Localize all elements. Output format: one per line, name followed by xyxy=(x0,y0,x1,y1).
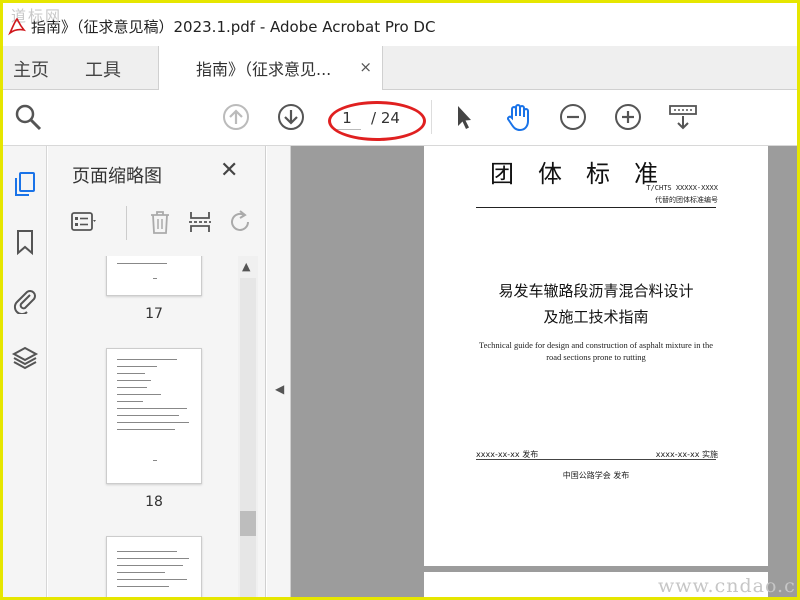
layers-icon[interactable] xyxy=(11,344,39,372)
acrobat-logo-icon xyxy=(7,16,27,36)
document-tab-label: 指南》（征求意见... xyxy=(196,60,332,79)
collapse-arrow-icon[interactable]: ◀ xyxy=(275,382,284,396)
tab-home[interactable]: 主页 xyxy=(13,56,49,82)
watermark-bottom: www.cndao.c xyxy=(658,575,796,597)
app-window: 道标网 指南》（征求意见稿）2023.1.pdf - Adobe Acrobat… xyxy=(0,0,800,600)
toolbar: / 24 xyxy=(3,90,797,146)
publisher-label: 中国公路学会 发布 xyxy=(562,471,630,480)
thumbnail-toolbar xyxy=(70,206,260,240)
search-icon[interactable] xyxy=(13,102,43,132)
thumbnails-title: 页面缩略图 xyxy=(72,166,162,187)
zoom-in-icon[interactable] xyxy=(613,102,643,132)
header-rule xyxy=(476,207,716,208)
page-up-icon[interactable] xyxy=(221,102,251,132)
footer-rule xyxy=(476,459,716,460)
page-navigator: / 24 xyxy=(333,104,413,132)
tab-document[interactable]: 指南》（征求意见... × xyxy=(158,46,383,90)
page-thumbnails-icon[interactable] xyxy=(11,170,39,198)
bookmarks-icon[interactable] xyxy=(11,228,39,256)
thumbnail-page-17[interactable] xyxy=(106,256,202,296)
scroll-track xyxy=(240,278,256,597)
replaces-label: 代替的团体标准编号 xyxy=(655,196,718,204)
select-cursor-icon[interactable] xyxy=(449,102,479,132)
toolbar-divider xyxy=(431,100,432,134)
keyboard-scroll-icon[interactable] xyxy=(668,102,698,132)
thumbnail-list: 17 18 xyxy=(48,256,238,597)
document-view: ◀ 团体标准 T/CHTS XXXXX-XXXX 代替的团体标准编号 易发车辙路… xyxy=(267,146,797,597)
english-title: Technical guide for design and construct… xyxy=(478,340,714,362)
title-bar: 道标网 指南》（征求意见稿）2023.1.pdf - Adobe Acrobat… xyxy=(3,3,797,49)
scroll-thumb[interactable] xyxy=(240,511,256,536)
document-title-line1: 易发车辙路段沥青混合料设计 xyxy=(498,282,694,300)
close-tab-button[interactable]: × xyxy=(359,58,372,76)
current-page-input[interactable] xyxy=(333,106,361,130)
page-down-icon[interactable] xyxy=(276,102,306,132)
zoom-out-icon[interactable] xyxy=(558,102,588,132)
window-title: 指南》（征求意见稿）2023.1.pdf - Adobe Acrobat Pro… xyxy=(31,17,436,36)
options-menu-icon[interactable] xyxy=(70,208,98,236)
extract-page-icon[interactable] xyxy=(186,208,214,236)
delete-page-icon[interactable] xyxy=(146,208,174,236)
thumbnail-page-19[interactable] xyxy=(106,536,202,597)
thumbnail-page-18[interactable] xyxy=(106,348,202,484)
left-rail xyxy=(3,146,47,597)
scroll-up-icon[interactable]: ▲ xyxy=(242,260,250,273)
total-pages-label: / 24 xyxy=(371,109,400,127)
thumbnail-number-18: 18 xyxy=(145,494,163,510)
thumbnail-number-17: 17 xyxy=(145,306,163,322)
tab-bar: 主页 工具 指南》（征求意见... × xyxy=(3,46,797,90)
hand-tool-icon[interactable] xyxy=(503,102,533,132)
thumbnails-panel: 页面缩略图 ✕ 17 18 ▲ xyxy=(48,146,266,597)
document-page: 团体标准 T/CHTS XXXXX-XXXX 代替的团体标准编号 易发车辙路段沥… xyxy=(424,146,768,566)
panel-collapse-handle[interactable]: ◀ xyxy=(267,146,291,597)
attachments-icon[interactable] xyxy=(11,286,39,316)
close-panel-button[interactable]: ✕ xyxy=(220,158,238,183)
rotate-page-icon[interactable] xyxy=(226,208,254,236)
thumbnail-scrollbar[interactable]: ▲ xyxy=(238,256,258,597)
standard-code: T/CHTS XXXXX-XXXX xyxy=(646,184,718,192)
document-title-line2: 及施工技术指南 xyxy=(543,308,649,326)
tab-tools[interactable]: 工具 xyxy=(85,56,121,82)
thumbnail-toolbar-divider xyxy=(126,206,127,240)
